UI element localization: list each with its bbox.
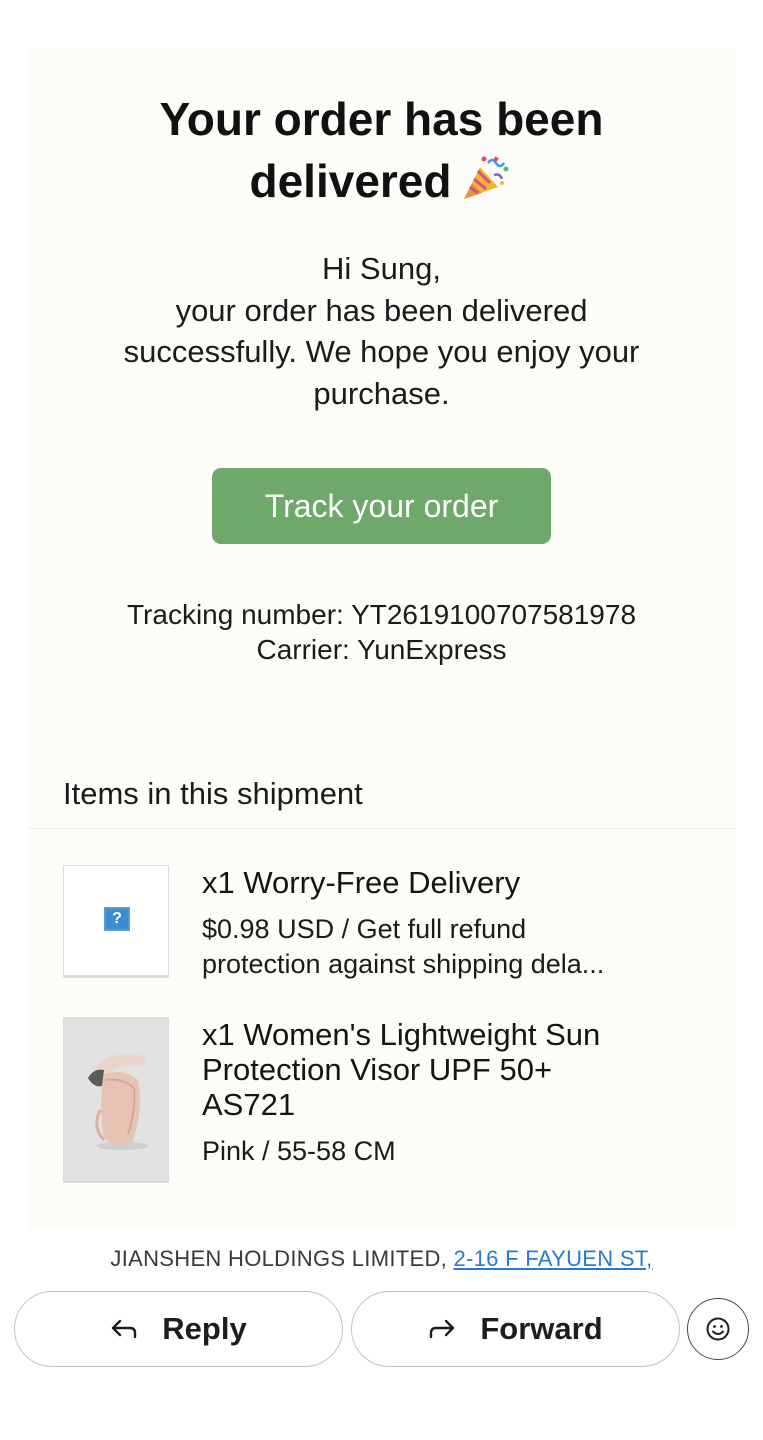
item-thumbnail: ? xyxy=(63,865,169,978)
email-headline: Your order has been delivered xyxy=(0,88,763,212)
company-footer: JIANSHEN HOLDINGS LIMITED, 2-16 F FAYUEN… xyxy=(0,1244,763,1274)
smiley-icon xyxy=(706,1317,730,1341)
headline-line-1: Your order has been xyxy=(159,93,604,145)
email-intro: Hi Sung, your order has been delivered su… xyxy=(60,248,703,414)
sun-visor-product-photo xyxy=(63,1017,169,1183)
greeting: Hi Sung, xyxy=(322,251,441,286)
reply-arrow-icon xyxy=(110,1294,138,1339)
forward-button[interactable]: Forward xyxy=(351,1291,680,1367)
item-subtitle: Pink / 55-58 CM xyxy=(202,1136,396,1166)
headline-line-2: delivered xyxy=(0,150,763,212)
forward-label: Forward xyxy=(480,1311,603,1346)
company-name: JIANSHEN HOLDINGS LIMITED, xyxy=(110,1246,448,1271)
reply-label: Reply xyxy=(162,1311,247,1346)
email-view: Your order has been delivered Hi Sung, y… xyxy=(0,0,763,1440)
divider xyxy=(28,828,736,829)
emoji-reaction-button[interactable] xyxy=(687,1298,749,1360)
broken-image-icon: ? xyxy=(104,907,130,931)
item-subtitle: $0.98 USD / Get full refund protection ag… xyxy=(202,914,605,979)
track-order-button[interactable]: Track your order xyxy=(212,468,551,544)
items-heading: Items in this shipment xyxy=(63,776,363,811)
carrier: Carrier: YunExpress xyxy=(256,634,507,665)
item-title: x1 Worry-Free Delivery xyxy=(202,865,521,900)
item-title: x1 Women's Lightweight Sun Protection Vis… xyxy=(202,1017,601,1122)
party-popper-icon xyxy=(458,153,514,203)
forward-arrow-icon xyxy=(428,1294,456,1339)
reply-button[interactable]: Reply xyxy=(14,1291,343,1367)
address-link[interactable]: 2-16 F FAYUEN ST, xyxy=(453,1246,652,1271)
tracking-number: Tracking number: YT2619100707581978 xyxy=(126,599,637,630)
intro-body: your order has been delivered successfull… xyxy=(123,292,640,411)
tracking-info: Tracking number: YT2619100707581978 Carr… xyxy=(60,597,703,667)
